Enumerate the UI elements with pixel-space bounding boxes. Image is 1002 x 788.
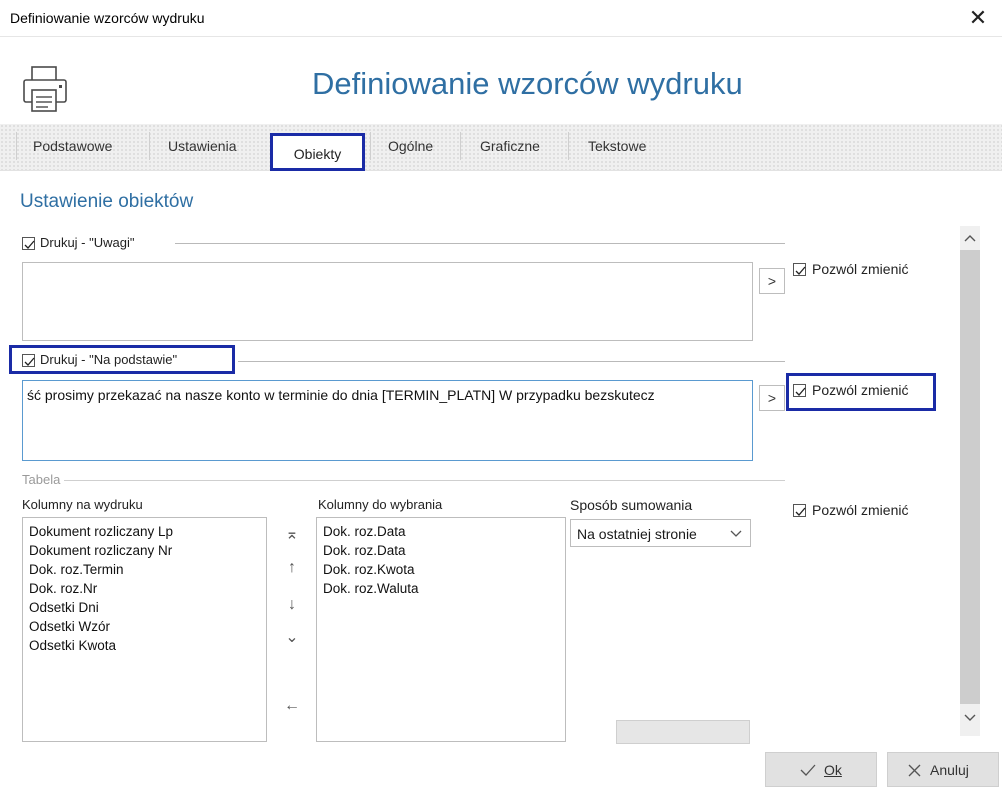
window-title: Definiowanie wzorców wydruku — [10, 10, 205, 26]
scrollbar-thumb[interactable] — [960, 250, 980, 704]
tab-ustawienia[interactable]: Ustawienia — [168, 138, 236, 154]
list-item[interactable]: Dok. roz.Termin — [29, 560, 173, 579]
title-bar: Definiowanie wzorców wydruku ✕ — [0, 0, 1002, 37]
columns-available-list[interactable]: Dok. roz.Data Dok. roz.Data Dok. roz.Kwo… — [316, 517, 566, 742]
uwagi-textarea[interactable] — [22, 262, 753, 341]
vertical-scrollbar[interactable] — [960, 226, 980, 736]
uwagi-expand-button[interactable]: > — [759, 268, 785, 294]
na-podstawie-checkbox[interactable] — [22, 354, 35, 367]
tab-separator — [16, 132, 17, 160]
list-item[interactable]: Dok. roz.Nr — [29, 579, 173, 598]
uwagi-checkbox[interactable] — [22, 237, 35, 250]
tabela-allow-change-checkbox[interactable] — [793, 504, 806, 517]
tab-tekstowe[interactable]: Tekstowe — [588, 138, 646, 154]
chevron-up-icon — [964, 235, 976, 242]
na-podstawie-allow-change-label: Pozwól zmienić — [812, 382, 909, 398]
uwagi-allow-change-label: Pozwól zmienić — [812, 261, 909, 277]
chevron-down-icon — [964, 714, 976, 721]
tab-podstawowe[interactable]: Podstawowe — [33, 138, 112, 154]
hidden-button[interactable] — [616, 720, 750, 744]
check-icon — [24, 240, 35, 249]
summing-label: Sposób sumowania — [570, 497, 693, 513]
na-podstawie-textarea[interactable]: ść prosimy przekazać na nasze konto w te… — [22, 380, 753, 461]
ok-button[interactable]: Ok — [765, 752, 877, 787]
columns-on-print-list[interactable]: Dokument rozliczany Lp Dokument rozlicza… — [22, 517, 267, 742]
list-item[interactable]: Dok. roz.Data — [323, 541, 419, 560]
check-icon — [795, 266, 806, 275]
section-title: Ustawienie obiektów — [20, 191, 194, 212]
printer-icon — [20, 64, 70, 114]
list-item[interactable]: Odsetki Dni — [29, 598, 173, 617]
cancel-button[interactable]: Anuluj — [887, 752, 999, 787]
tabela-allow-change-label: Pozwól zmienić — [812, 502, 909, 518]
check-icon — [795, 507, 806, 516]
na-podstawie-expand-button[interactable]: > — [759, 385, 785, 411]
close-icon[interactable]: ✕ — [964, 4, 992, 32]
uwagi-allow-change-checkbox[interactable] — [793, 263, 806, 276]
chevron-down-icon — [730, 530, 742, 537]
tabela-group-label: Tabela — [22, 472, 61, 487]
tab-obiekty-label: Obiekty — [293, 146, 342, 162]
summing-value: Na ostatniej stronie — [577, 526, 697, 542]
list-item[interactable]: Odsetki Kwota — [29, 636, 173, 655]
ok-label: Ok — [824, 762, 842, 778]
tab-separator — [370, 132, 371, 160]
check-icon — [24, 357, 35, 366]
list-item[interactable]: Dok. roz.Waluta — [323, 579, 419, 598]
list-item[interactable]: Dokument rozliczany Lp — [29, 522, 173, 541]
na-podstawie-checkbox-label: Drukuj - "Na podstawie" — [40, 352, 178, 367]
move-up-icon[interactable]: ↑ — [280, 557, 304, 579]
na-podstawie-allow-change-checkbox[interactable] — [793, 384, 806, 397]
check-icon — [795, 387, 806, 396]
move-left-icon[interactable]: ← — [280, 695, 304, 717]
summing-select[interactable]: Na ostatniej stronie — [570, 519, 751, 547]
columns-available-label: Kolumny do wybrania — [318, 497, 443, 512]
group-divider — [175, 243, 785, 244]
group-divider — [64, 480, 785, 481]
check-icon — [800, 764, 816, 776]
list-item[interactable]: Dok. roz.Kwota — [323, 560, 419, 579]
columns-on-print-label: Kolumny na wydruku — [22, 497, 143, 512]
tab-obiekty[interactable]: Obiekty — [270, 133, 365, 171]
group-divider — [238, 361, 785, 362]
move-top-icon[interactable]: ⌅ — [280, 524, 304, 546]
list-item[interactable]: Dok. roz.Data — [323, 522, 419, 541]
list-item[interactable]: Dokument rozliczany Nr — [29, 541, 173, 560]
uwagi-checkbox-label: Drukuj - "Uwagi" — [40, 235, 135, 250]
tab-separator — [149, 132, 150, 160]
cancel-label: Anuluj — [930, 762, 969, 778]
na-podstawie-text: ść prosimy przekazać na nasze konto w te… — [27, 387, 655, 403]
move-bottom-icon[interactable]: ⌄ — [280, 627, 304, 649]
move-down-icon[interactable]: ↓ — [280, 594, 304, 616]
tab-ogolne[interactable]: Ogólne — [388, 138, 433, 154]
tab-separator — [568, 132, 569, 160]
tab-separator — [460, 132, 461, 160]
list-item[interactable]: Odsetki Wzór — [29, 617, 173, 636]
page-title: Definiowanie wzorców wydruku — [312, 66, 743, 101]
tab-graficzne[interactable]: Graficzne — [480, 138, 540, 154]
close-icon — [908, 764, 921, 777]
